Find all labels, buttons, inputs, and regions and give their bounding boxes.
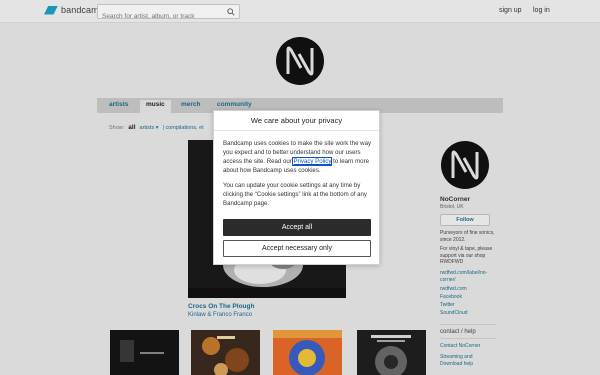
cookie-explanation: Bandcamp uses cookies to make the site w… bbox=[223, 139, 373, 175]
accept-all-button[interactable]: Accept all bbox=[223, 219, 371, 236]
dialog-title: We care about your privacy bbox=[214, 111, 379, 131]
cookie-consent-dialog: We care about your privacy Bandcamp uses… bbox=[213, 110, 380, 265]
dialog-body: Bandcamp uses cookies to make the site w… bbox=[223, 139, 373, 214]
accept-necessary-button[interactable]: Accept necessary only bbox=[223, 240, 371, 257]
cookie-settings-note: You can update your cookie settings at a… bbox=[223, 182, 367, 207]
privacy-policy-link[interactable]: Privacy Policy bbox=[292, 157, 333, 166]
